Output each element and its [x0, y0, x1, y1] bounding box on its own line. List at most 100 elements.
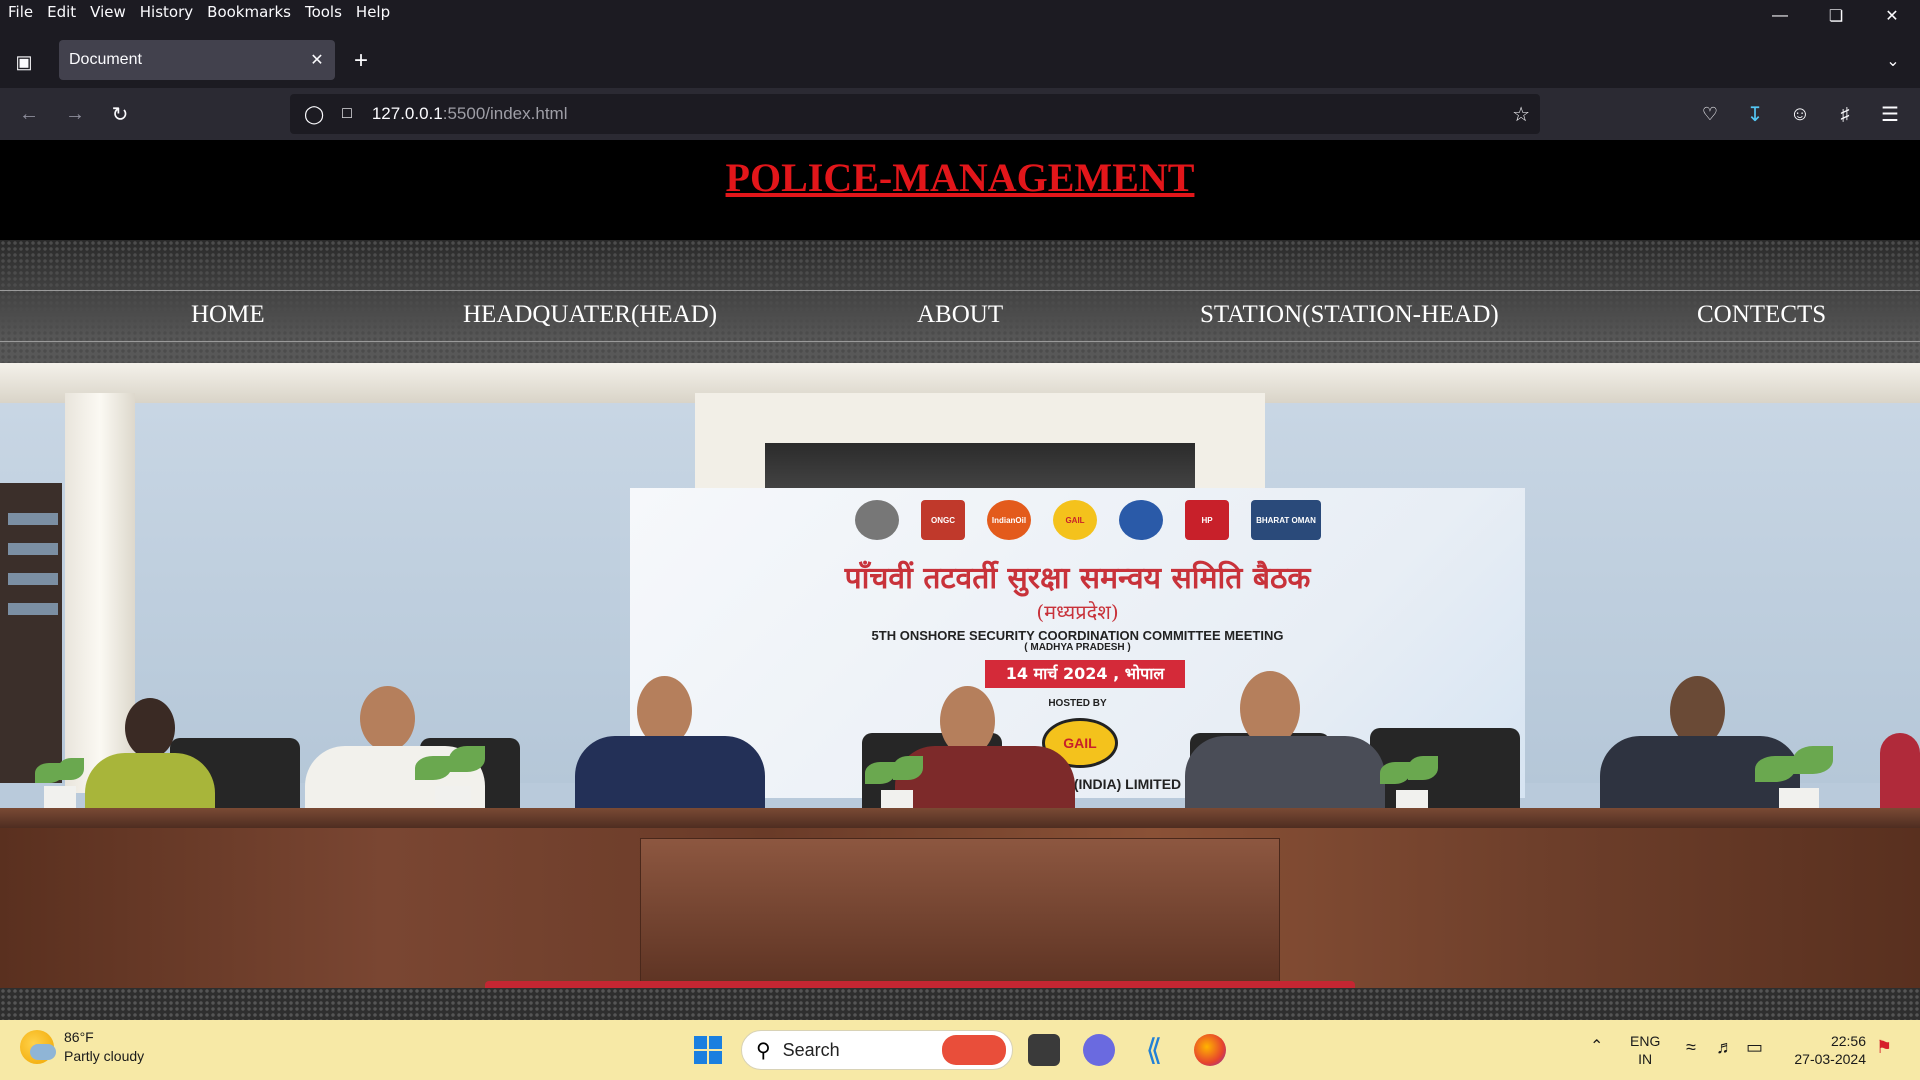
web-page: POLICE-MANAGEMENT HOME HEADQUATER(HEAD) … [0, 140, 1920, 1020]
nav-strip: HOME HEADQUATER(HEAD) ABOUT STATION(STAT… [0, 290, 1920, 342]
clock[interactable]: 22:56 27-03-2024 [1786, 1032, 1866, 1068]
emblem-logo [855, 500, 899, 540]
leaf [1755, 756, 1795, 782]
navigation-bar: ← → ↻ ◯ □ 127.0.0.1:5500/index.html ☆ ♡ … [0, 88, 1920, 140]
tab-list-chevron-icon[interactable]: ⌄ [1878, 46, 1908, 76]
weather-widget[interactable]: 86°F Partly cloudy [20, 1028, 144, 1066]
menu-view[interactable]: View [90, 3, 126, 21]
tab-bar: ▣ Document ✕ + ⌄ [0, 36, 1920, 88]
firefox-icon[interactable] [1194, 1034, 1226, 1066]
page-footer-pattern [0, 988, 1920, 1020]
tab-close-icon[interactable]: ✕ [299, 50, 335, 70]
bharat-oman-logo: BHARAT OMAN [1251, 500, 1321, 540]
person [1880, 693, 1920, 823]
notification-bell-icon[interactable]: ⚑ [1876, 1038, 1892, 1056]
window-controls: — ❏ ✕ [1752, 0, 1920, 32]
menu-bar: File Edit View History Bookmarks Tools H… [0, 0, 1920, 24]
leaf [415, 756, 451, 780]
hero-image: ONGC IndianOil GAIL HP BHARAT OMAN पाँचव… [0, 363, 1920, 988]
weather-temperature: 86°F [64, 1029, 94, 1045]
person [575, 676, 765, 828]
pocket-icon[interactable]: ♡ [1695, 100, 1725, 128]
reload-icon[interactable]: ↻ [105, 100, 135, 128]
window-pane [8, 543, 58, 555]
site-title: POLICE-MANAGEMENT [725, 155, 1195, 200]
teams-icon[interactable] [1083, 1034, 1115, 1066]
language-indicator[interactable]: ENG IN [1630, 1032, 1660, 1068]
url-path: :5500/index.html [442, 104, 568, 123]
back-icon[interactable]: ← [14, 100, 44, 128]
restore-icon[interactable]: ❏ [1808, 0, 1864, 32]
leaf [449, 746, 485, 772]
url-text[interactable]: 127.0.0.1:5500/index.html [372, 104, 568, 124]
banner-english-subtitle: ( MADHYA PRADESH ) [1024, 642, 1131, 653]
hp-logo: HP [1185, 500, 1229, 540]
banner-hindi-subtitle: (मध्यप्रदेश) [1036, 600, 1119, 624]
file-explorer-icon[interactable] [1028, 1034, 1060, 1066]
search-label: Search [782, 1039, 840, 1060]
url-host: 127.0.0.1 [371, 104, 443, 123]
clock-time: 22:56 [1830, 1033, 1866, 1049]
table-top [0, 808, 1920, 828]
bookmark-star-icon[interactable]: ☆ [1512, 102, 1530, 127]
language: ENG [1630, 1033, 1661, 1049]
person [85, 698, 225, 828]
extensions-icon[interactable]: ♯ [1830, 100, 1860, 128]
window [0, 483, 62, 783]
hamburger-menu-icon[interactable]: ☰ [1875, 100, 1905, 128]
menu-help[interactable]: Help [356, 3, 390, 21]
tray-chevron-icon[interactable]: ⌃ [1590, 1038, 1603, 1056]
nav-headquarter[interactable]: HEADQUATER(HEAD) [463, 301, 717, 329]
sponsor-logos: ONGC IndianOil GAIL HP BHARAT OMAN [855, 500, 1321, 540]
account-icon[interactable]: ☺ [1785, 100, 1815, 128]
forward-icon[interactable]: → [60, 100, 90, 128]
minimize-icon[interactable]: — [1752, 0, 1808, 32]
leaf [1793, 746, 1833, 774]
download-icon[interactable]: ↧ [1740, 100, 1770, 128]
oil-logo [1119, 500, 1163, 540]
menu-bookmarks[interactable]: Bookmarks [207, 3, 291, 21]
person-head [360, 686, 415, 751]
person-head [125, 698, 175, 758]
vscode-icon[interactable]: ⟪ [1138, 1034, 1170, 1067]
nav-about[interactable]: ABOUT [917, 301, 1003, 329]
nav-home[interactable]: HOME [191, 301, 265, 329]
taskbar-search[interactable]: ⚲ Search [741, 1030, 1013, 1070]
partly-cloudy-icon [20, 1030, 56, 1064]
wifi-icon[interactable]: ≈ [1686, 1038, 1696, 1056]
banner-date: 14 मार्च 2024 , भोपाल [985, 660, 1185, 688]
leaf [893, 756, 923, 780]
gail-small-logo: GAIL [1053, 500, 1097, 540]
leaf [1380, 762, 1410, 784]
banner-english-title: 5TH ONSHORE SECURITY COORDINATION COMMIT… [871, 628, 1284, 643]
indianoil-logo: IndianOil [987, 500, 1031, 540]
menu-tools[interactable]: Tools [305, 3, 342, 21]
clock-date: 27-03-2024 [1794, 1051, 1866, 1067]
nav-station[interactable]: STATION(STATION-HEAD) [1200, 301, 1499, 329]
tab-title: Document [69, 51, 142, 68]
windows-start-icon[interactable] [692, 1034, 724, 1066]
firefox-view-icon[interactable]: ▣ [8, 48, 40, 76]
new-tab-icon[interactable]: + [346, 46, 376, 76]
table-panel [640, 838, 1280, 988]
leaf [1408, 756, 1438, 780]
shield-icon[interactable]: ◯ [304, 104, 324, 125]
leaf [58, 758, 84, 780]
volume-icon[interactable]: ♬ [1716, 1038, 1734, 1056]
search-highlight-icon [942, 1035, 1006, 1065]
weather-condition: Partly cloudy [64, 1048, 145, 1064]
window-pane [8, 603, 58, 615]
banner-hindi-title: पाँचवीं तटवर्ती सुरक्षा समन्वय समिति बैठ… [844, 561, 1311, 596]
close-window-icon[interactable]: ✕ [1864, 0, 1920, 32]
battery-icon[interactable]: ▭ [1746, 1038, 1763, 1056]
url-bar[interactable]: ◯ □ 127.0.0.1:5500/index.html ☆ [290, 94, 1540, 134]
menu-edit[interactable]: Edit [47, 3, 76, 21]
window-pane [8, 573, 58, 585]
menu-history[interactable]: History [140, 3, 193, 21]
ongc-logo: ONGC [921, 500, 965, 540]
page-icon: □ [342, 105, 352, 122]
nav-contects[interactable]: CONTECTS [1697, 301, 1826, 329]
search-icon: ⚲ [756, 1039, 771, 1062]
tab-document[interactable]: Document ✕ [59, 40, 335, 80]
menu-file[interactable]: File [8, 3, 33, 21]
